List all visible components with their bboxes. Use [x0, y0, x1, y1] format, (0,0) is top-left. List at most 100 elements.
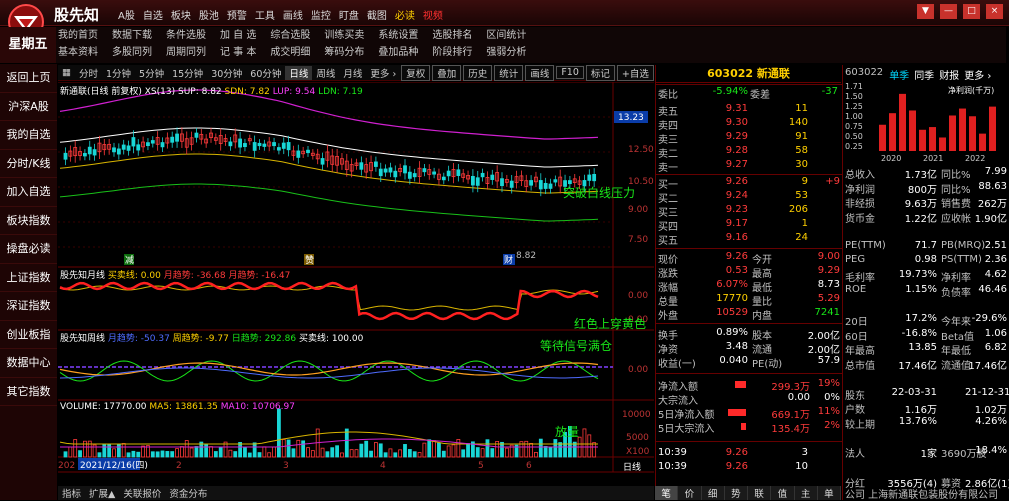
toolbar-button[interactable]: F10	[556, 66, 584, 79]
function-menu-item[interactable]: 数据下载	[112, 27, 152, 44]
finance-tab[interactable]: 财报	[939, 67, 959, 82]
function-menu-item[interactable]: 训练买卖	[324, 27, 364, 44]
sidebar-item[interactable]: 深证指数	[0, 292, 57, 321]
sidebar-item[interactable]: 加入自选	[0, 178, 57, 207]
finance-cell: 年最高	[845, 346, 875, 358]
window-button[interactable]: □	[963, 4, 980, 19]
finance-tab[interactable]: 单季	[889, 67, 909, 82]
finance-x-tick: 2021	[923, 154, 943, 163]
function-menu-item[interactable]: 选股排名	[432, 27, 472, 44]
period-grid-icon[interactable]: ▦	[58, 67, 75, 78]
function-menu-item[interactable]: 我的首页	[58, 27, 98, 44]
sidebar-item[interactable]: 其它指数	[0, 378, 57, 406]
quote-tab[interactable]: 联	[748, 486, 772, 500]
top-menu-item[interactable]: 股池	[199, 7, 219, 22]
sidebar-item[interactable]: 我的自选	[0, 121, 57, 150]
bottom-tab[interactable]: 扩展▲	[85, 486, 119, 500]
toolbar-button[interactable]: 统计	[494, 64, 524, 81]
toolbar-button[interactable]: 复权	[401, 64, 431, 81]
top-menu-item[interactable]: 预警	[227, 7, 247, 22]
period-tab[interactable]: 分时	[75, 66, 102, 80]
candle	[393, 170, 398, 178]
sidebar-item[interactable]: 创业板指	[0, 321, 57, 349]
finance-cell: 户数	[845, 405, 865, 417]
top-menu-item[interactable]: 监控	[311, 7, 331, 22]
top-menu-item[interactable]: 自选	[143, 7, 163, 22]
top-menu-item[interactable]: 工具	[255, 7, 275, 22]
period-tab[interactable]: 日线	[285, 65, 313, 80]
top-menu-item[interactable]: 画线	[283, 7, 303, 22]
period-tab[interactable]: 5分钟	[135, 66, 168, 80]
candle	[403, 165, 407, 174]
chart-area[interactable]: 13.2312.5010.509.007.50突破白线压力减赞财 8.820.00…	[58, 82, 654, 486]
period-tab[interactable]: 1分钟	[102, 66, 135, 80]
toolbar-button[interactable]: 历史	[463, 64, 493, 81]
volume-bar	[529, 442, 534, 458]
quote-tabs: 笔价细势联值主单	[655, 486, 841, 500]
function-menu-item[interactable]: 基本资料	[58, 44, 98, 61]
function-menu-item[interactable]: 综合选股	[270, 27, 310, 44]
finance-row	[845, 431, 1008, 444]
function-menu-item[interactable]: 记 事 本	[220, 44, 256, 61]
period-tab[interactable]: 15分钟	[168, 66, 207, 80]
quote-cell: 0%	[824, 392, 840, 403]
period-tab[interactable]: 月线	[339, 66, 366, 80]
top-menu-item[interactable]: 必读	[395, 7, 415, 22]
function-menu-item[interactable]: 周期同列	[166, 44, 206, 61]
function-menu-item[interactable]: 强弱分析	[486, 44, 526, 61]
sidebar-item[interactable]: 沪深A股	[0, 93, 57, 121]
sidebar-item[interactable]: 板块指数	[0, 207, 57, 235]
quote-tab[interactable]: 价	[678, 486, 702, 500]
candle	[383, 168, 388, 173]
function-menu-item[interactable]: 筹码分布	[324, 44, 364, 61]
sidebar-item[interactable]: 分时/K线	[0, 150, 57, 178]
top-menu-item[interactable]: 板块	[171, 7, 191, 22]
period-tab[interactable]: 60分钟	[246, 66, 285, 80]
quote-tab[interactable]: 笔	[655, 486, 679, 500]
bottom-tab[interactable]: 关联报价	[119, 486, 165, 500]
period-tab[interactable]: 30分钟	[207, 66, 246, 80]
period-tab[interactable]: 周线	[312, 66, 339, 80]
finance-tab[interactable]: 更多 ›	[964, 67, 991, 82]
function-menu-item[interactable]: 成交明细	[270, 44, 310, 61]
finance-row: 毛利率 19.73% 净利率 4.62	[845, 269, 1008, 284]
finance-row: 净利润 800万 同比% 88.63	[845, 181, 1008, 196]
function-menu-item[interactable]: 多股同列	[112, 44, 152, 61]
sidebar-item[interactable]: 上证指数	[0, 264, 57, 292]
function-menu-item[interactable]: 条件选股	[166, 27, 206, 44]
sidebar-item[interactable]: 操盘必读	[0, 235, 57, 264]
finance-tab[interactable]: 同季	[914, 67, 934, 82]
function-menu-item[interactable]: 叠加品种	[378, 44, 418, 61]
function-menu-item[interactable]: 阶段排行	[432, 44, 472, 61]
window-button[interactable]: —	[940, 4, 957, 19]
function-menu-item[interactable]: 加 自 选	[220, 27, 256, 44]
sidebar-item[interactable]: 数据中心	[0, 349, 57, 378]
quote-tab[interactable]: 主	[794, 486, 818, 500]
quote-cell: 股本	[752, 331, 772, 342]
quote-tab[interactable]: 单	[817, 486, 841, 500]
finance-row: 总市值 17.46亿 流通值 17.46亿	[845, 357, 1008, 372]
finance-cell: 法人	[845, 449, 865, 461]
toolbar-button[interactable]: 标记	[585, 64, 615, 81]
top-menu-item[interactable]: 视频	[423, 7, 443, 22]
function-menu-item[interactable]: 系统设置	[378, 27, 418, 44]
quote-tab[interactable]: 值	[771, 486, 795, 500]
top-menu-item[interactable]: 盯盘	[339, 7, 359, 22]
quote-cell: PE(动)	[752, 359, 783, 370]
weekday-label: 星期五	[0, 27, 56, 63]
candle	[446, 170, 451, 177]
bottom-tab[interactable]: 指标	[58, 486, 85, 500]
window-button[interactable]: ▼	[917, 4, 934, 19]
toolbar-button[interactable]: 画线	[525, 64, 555, 81]
window-button[interactable]: ×	[986, 4, 1003, 19]
bottom-tab[interactable]: 资金分布	[165, 486, 211, 500]
toolbar-button[interactable]: +自选	[616, 64, 654, 81]
top-menu-item[interactable]: A股	[118, 7, 135, 22]
sidebar-item[interactable]: 返回上页	[0, 64, 57, 93]
toolbar-button[interactable]: 叠加	[432, 64, 462, 81]
function-menu-item[interactable]: 区间统计	[486, 27, 526, 44]
quote-tab[interactable]: 细	[701, 486, 725, 500]
top-menu-item[interactable]: 截图	[367, 7, 387, 22]
period-tab[interactable]: 更多 ›	[366, 66, 400, 80]
quote-tab[interactable]: 势	[724, 486, 748, 500]
